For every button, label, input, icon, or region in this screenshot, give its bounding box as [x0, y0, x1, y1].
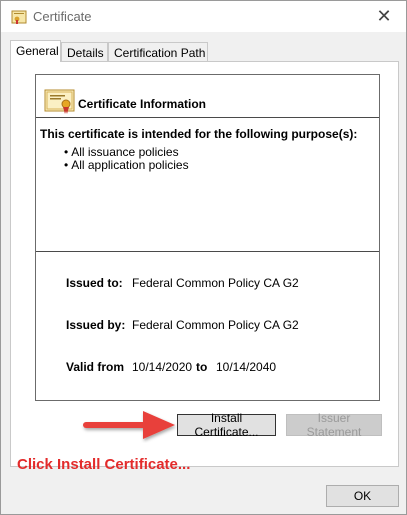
close-button[interactable]: ✕	[362, 1, 406, 32]
red-arrow-annotation	[83, 411, 175, 439]
issuer-statement-button[interactable]: Issuer Statement	[286, 411, 382, 439]
valid-from-label: Valid from	[66, 360, 125, 374]
valid-to-label: to	[196, 360, 208, 374]
policy-list: All issuance policies All application po…	[64, 146, 188, 172]
title-bar: Certificate ✕	[1, 1, 406, 32]
certificate-document-icon	[44, 87, 75, 115]
list-item: All application policies	[64, 159, 188, 172]
purpose-heading: This certificate is intended for the fol…	[40, 127, 358, 141]
valid-to-value: 10/14/2040	[216, 360, 277, 374]
valid-from-value: 10/14/2020	[132, 360, 193, 374]
close-icon: ✕	[376, 6, 392, 26]
certificate-info-heading: Certificate Information	[78, 97, 207, 111]
issued-to-value: Federal Common Policy CA G2	[132, 276, 299, 290]
tab-certification-path[interactable]: Certification Path	[108, 42, 208, 61]
issued-by-label: Issued by:	[66, 318, 126, 332]
tab-details[interactable]: Details	[61, 42, 108, 61]
issued-by-value: Federal Common Policy CA G2	[132, 318, 299, 332]
install-certificate-button[interactable]: Install Certificate...	[177, 411, 276, 439]
divider	[36, 117, 379, 118]
ok-button[interactable]: OK	[326, 485, 399, 507]
certificate-info-box: Certificate Information This certificate…	[35, 74, 380, 401]
issued-to-label: Issued to:	[66, 276, 123, 290]
tab-general[interactable]: General	[10, 40, 61, 62]
annotation-text: Click Install Certificate...	[17, 456, 191, 473]
certificate-icon	[11, 9, 27, 25]
certificate-window: Certificate ✕ General Details Certificat…	[0, 0, 407, 515]
general-panel: Certificate Information This certificate…	[10, 61, 400, 473]
window-title: Certificate	[33, 9, 92, 24]
divider	[36, 251, 379, 252]
panel-buttons: Install Certificate... Issuer Statement	[11, 411, 400, 439]
